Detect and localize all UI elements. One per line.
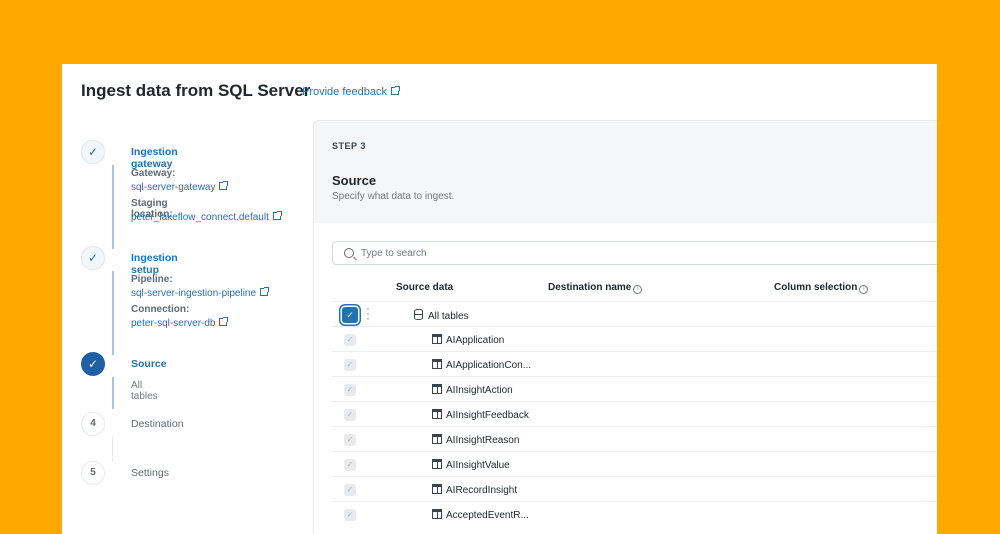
check-icon: ✓: [81, 140, 105, 164]
link-text: sql-server-gateway: [131, 182, 216, 193]
step-number: 5: [81, 461, 105, 485]
table-row[interactable]: ✓ AIApplicationCon...: [332, 351, 937, 376]
page-title: Ingest data from SQL Server: [81, 81, 311, 100]
header-label: Column selection: [774, 282, 858, 293]
external-link-icon: [391, 86, 400, 95]
panel-title: Source: [332, 173, 377, 188]
row-label: AIInsightReason: [446, 435, 520, 446]
external-link-icon: [260, 287, 270, 296]
table-row[interactable]: ✓ AcceptedEventR...: [332, 501, 937, 526]
table-row[interactable]: ✓ AIRecordInsight: [332, 476, 937, 501]
staging-location-link[interactable]: peter_lakeflow_connect.default: [131, 211, 282, 223]
table-icon: [432, 334, 442, 344]
row-label: AIApplication: [446, 335, 505, 346]
column-header-column-selection: Column selection i: [774, 282, 869, 294]
check-icon: ✓: [81, 246, 105, 270]
row-name: AIApplication: [432, 334, 504, 346]
row-name: AIInsightFeedback: [432, 409, 529, 421]
row-label: AIInsightValue: [446, 460, 510, 471]
search-placeholder: Type to search: [361, 248, 427, 259]
row-checkbox[interactable]: ✓: [344, 359, 356, 371]
row-checkbox[interactable]: ✓: [344, 334, 356, 346]
table-row[interactable]: ✓ AIApplication: [332, 326, 937, 351]
step-label: Ingestion gateway: [131, 146, 178, 170]
info-icon[interactable]: i: [859, 285, 869, 294]
row-label: AIRecordInsight: [446, 485, 518, 496]
column-header-destination-name: Destination name i: [548, 282, 643, 294]
step-connector: [112, 437, 113, 461]
row-checkbox[interactable]: ✓: [344, 459, 356, 471]
table-row[interactable]: ✓ AIInsightFeedback: [332, 401, 937, 426]
step-summary: All tables: [131, 380, 158, 402]
link-text: peter_lakeflow_connect.default: [131, 212, 269, 223]
table-icon: [432, 384, 442, 394]
table-row[interactable]: ✓ AIInsightAction: [332, 376, 937, 401]
table-row[interactable]: ✓ AIInsightValue: [332, 451, 937, 476]
panel-description: Specify what data to ingest.: [332, 191, 455, 202]
row-name: AIRecordInsight: [432, 484, 517, 496]
row-label: AIApplicationCon...: [446, 360, 532, 371]
detail-label: Gateway:: [131, 168, 176, 179]
header-label: Source data: [396, 282, 454, 293]
source-panel: STEP 3 Source Specify what data to inges…: [313, 120, 937, 534]
database-icon: [414, 309, 423, 320]
table-icon: [432, 359, 442, 369]
row-checkbox[interactable]: ✓: [344, 409, 356, 421]
step-label: Destination: [131, 418, 184, 430]
detail-label: Pipeline:: [131, 274, 173, 285]
link-text: sql-server-ingestion-pipeline: [131, 288, 257, 299]
link-text: peter-sql-server-db: [131, 318, 216, 329]
row-label: All tables: [428, 311, 469, 322]
row-name: AIInsightReason: [432, 434, 519, 446]
step-connector: [112, 165, 114, 249]
table-row-all-tables[interactable]: ✓ · · · All tables: [332, 301, 937, 326]
external-link-icon: [219, 317, 229, 326]
search-icon: [344, 248, 354, 258]
row-checkbox[interactable]: ✓: [344, 384, 356, 396]
detail-label: Connection:: [131, 304, 190, 315]
column-header-source-data: Source data: [396, 282, 453, 293]
ingest-wizard: Ingest data from SQL Server Provide feed…: [62, 64, 937, 534]
row-name: AcceptedEventR...: [432, 509, 529, 521]
provide-feedback-link[interactable]: Provide feedback: [302, 86, 400, 98]
external-link-icon: [219, 181, 229, 190]
table-icon: [432, 509, 442, 519]
step-label: Settings: [131, 467, 169, 479]
step-number: 4: [81, 412, 105, 436]
more-options-icon[interactable]: · · ·: [366, 304, 370, 325]
row-checkbox[interactable]: ✓: [344, 484, 356, 496]
row-checkbox[interactable]: ✓: [344, 509, 356, 521]
step-label: Ingestion setup: [131, 252, 178, 276]
info-icon[interactable]: i: [633, 285, 643, 294]
row-name: AIInsightAction: [432, 384, 513, 396]
external-link-icon: [272, 211, 282, 220]
search-input[interactable]: Type to search: [332, 241, 937, 265]
gateway-link[interactable]: sql-server-gateway: [131, 181, 229, 193]
table-row[interactable]: ✓ AIInsightReason: [332, 426, 937, 451]
row-label: AIInsightAction: [446, 385, 513, 396]
table-icon: [432, 434, 442, 444]
row-name: AIApplicationCon...: [432, 359, 531, 371]
step-label: Source: [131, 358, 167, 370]
row-checkbox[interactable]: ✓: [344, 434, 356, 446]
feedback-label: Provide feedback: [302, 86, 387, 98]
panel-header: STEP 3 Source Specify what data to inges…: [314, 121, 937, 223]
row-name: AIInsightValue: [432, 459, 510, 471]
row-name: All tables: [414, 309, 469, 322]
step-connector: [112, 271, 114, 355]
step-connector: [112, 377, 114, 409]
table-icon: [432, 409, 442, 419]
row-label: AcceptedEventR...: [446, 510, 529, 521]
table-icon: [432, 459, 442, 469]
select-all-checkbox[interactable]: ✓: [342, 307, 358, 323]
step-indicator: STEP 3: [332, 141, 366, 151]
check-icon: ✓: [81, 352, 105, 376]
row-label: AIInsightFeedback: [446, 410, 529, 421]
pipeline-link[interactable]: sql-server-ingestion-pipeline: [131, 287, 270, 299]
header-label: Destination name: [548, 282, 632, 293]
table-icon: [432, 484, 442, 494]
connection-link[interactable]: peter-sql-server-db: [131, 317, 229, 329]
